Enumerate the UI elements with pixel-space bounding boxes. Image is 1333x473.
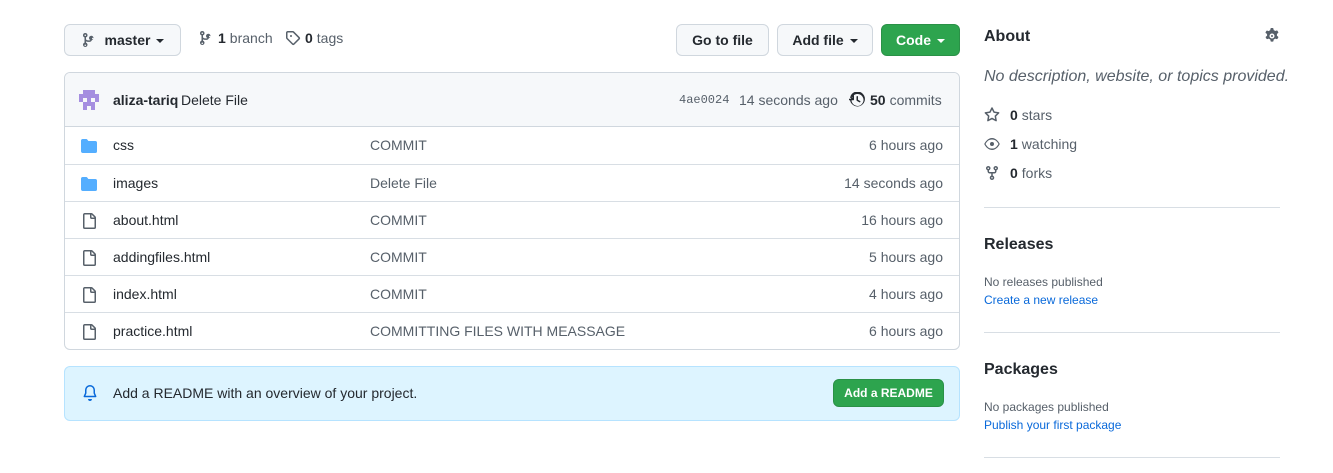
- sidebar-divider: [984, 332, 1280, 333]
- tags-link[interactable]: 0 tags: [285, 30, 343, 46]
- commits-link[interactable]: 50 commits: [849, 92, 942, 108]
- chevron-down-icon: [937, 39, 945, 43]
- file-commit-message[interactable]: COMMITTING FILES WITH MEASSAGE: [370, 323, 625, 339]
- latest-commit-bar: aliza-tariq Delete File 4ae0024 14 secon…: [65, 73, 959, 127]
- sidebar-divider: [984, 457, 1280, 458]
- forks-link[interactable]: 0 forks: [984, 165, 1052, 181]
- file-commit-message[interactable]: Delete File: [370, 175, 437, 191]
- about-description: No description, website, or topics provi…: [984, 68, 1290, 85]
- file-age: 6 hours ago: [869, 323, 943, 339]
- file-age: 4 hours ago: [869, 286, 943, 302]
- stars-label: stars: [1021, 107, 1053, 123]
- forks-count: 0: [1010, 165, 1018, 181]
- file-commit-message[interactable]: COMMIT: [370, 137, 427, 153]
- code-button[interactable]: Code: [881, 24, 960, 56]
- file-name[interactable]: css: [113, 137, 134, 153]
- file-row-addingfiles[interactable]: addingfiles.html COMMIT 5 hours ago: [65, 238, 959, 275]
- code-label: Code: [896, 32, 931, 48]
- file-icon: [83, 250, 96, 266]
- watching-link[interactable]: 1 watching: [984, 136, 1077, 152]
- file-age: 16 hours ago: [861, 212, 943, 228]
- commits-count: 50: [870, 92, 886, 108]
- commit-time: 14 seconds ago: [739, 92, 838, 108]
- file-name[interactable]: addingfiles.html: [113, 249, 210, 265]
- file-row-index[interactable]: index.html COMMIT 4 hours ago: [65, 275, 959, 312]
- eye-icon: [984, 138, 1000, 150]
- add-file-button[interactable]: Add file: [777, 24, 873, 56]
- file-name[interactable]: images: [113, 175, 158, 191]
- file-name[interactable]: about.html: [113, 212, 178, 228]
- git-branch-icon: [200, 31, 211, 46]
- create-release-link[interactable]: Create a new release: [984, 293, 1098, 307]
- branches-link[interactable]: 1 branch: [198, 30, 273, 46]
- readme-banner: Add a README with an overview of your pr…: [64, 366, 960, 421]
- releases-empty-text: No releases published: [984, 275, 1103, 289]
- file-icon: [83, 324, 96, 340]
- commit-author[interactable]: aliza-tariq: [113, 92, 178, 108]
- file-age: 6 hours ago: [869, 137, 943, 153]
- git-branch-icon: [82, 33, 94, 48]
- file-icon: [83, 287, 96, 303]
- avatar[interactable]: [79, 90, 99, 110]
- file-age: 5 hours ago: [869, 249, 943, 265]
- go-to-file-button[interactable]: Go to file: [676, 24, 769, 56]
- packages-heading[interactable]: Packages: [984, 361, 1058, 379]
- add-readme-label: Add a README: [844, 386, 933, 400]
- branches-label: branch: [229, 30, 273, 46]
- file-row-about[interactable]: about.html COMMIT 16 hours ago: [65, 201, 959, 238]
- chevron-down-icon: [156, 39, 165, 43]
- sidebar-divider: [984, 207, 1280, 208]
- file-name[interactable]: index.html: [113, 286, 177, 302]
- commit-sha[interactable]: 4ae0024: [679, 93, 729, 107]
- folder-icon: [81, 139, 97, 153]
- stars-link[interactable]: 0 stars: [984, 107, 1052, 123]
- chevron-down-icon: [849, 39, 858, 43]
- tags-count: 0: [305, 30, 313, 46]
- file-commit-message[interactable]: COMMIT: [370, 286, 427, 302]
- about-heading: About: [984, 28, 1031, 45]
- file-browser: aliza-tariq Delete File 4ae0024 14 secon…: [64, 72, 960, 350]
- file-commit-message[interactable]: COMMIT: [370, 249, 427, 265]
- branch-select-button[interactable]: master: [64, 24, 181, 56]
- file-row-images[interactable]: images Delete File 14 seconds ago: [65, 164, 959, 201]
- watching-count: 1: [1010, 136, 1018, 152]
- star-icon: [984, 107, 1000, 122]
- gear-icon[interactable]: [1264, 28, 1280, 44]
- commits-label: commits: [889, 92, 942, 108]
- add-readme-button[interactable]: Add a README: [833, 379, 944, 407]
- file-row-practice[interactable]: practice.html COMMITTING FILES WITH MEAS…: [65, 312, 959, 349]
- file-row-css[interactable]: css COMMIT 6 hours ago: [65, 127, 959, 164]
- readme-banner-text: Add a README with an overview of your pr…: [113, 385, 418, 401]
- file-name[interactable]: practice.html: [113, 323, 192, 339]
- publish-package-link[interactable]: Publish your first package: [984, 418, 1121, 432]
- file-commit-message[interactable]: COMMIT: [370, 212, 427, 228]
- add-file-label: Add file: [792, 32, 844, 48]
- packages-empty-text: No packages published: [984, 400, 1109, 414]
- branches-count: 1: [218, 30, 226, 46]
- history-icon: [849, 92, 865, 107]
- tags-label: tags: [316, 30, 344, 46]
- commit-message[interactable]: Delete File: [181, 92, 248, 108]
- tag-icon: [286, 31, 301, 46]
- watching-label: watching: [1021, 136, 1078, 152]
- folder-icon: [81, 177, 97, 191]
- releases-heading[interactable]: Releases: [984, 236, 1053, 254]
- fork-icon: [986, 165, 998, 181]
- go-to-file-label: Go to file: [692, 32, 753, 48]
- file-list: css COMMIT 6 hours ago images Delete Fil…: [65, 127, 959, 349]
- stars-count: 0: [1010, 107, 1018, 123]
- bell-icon: [83, 385, 97, 401]
- file-icon: [83, 213, 96, 229]
- branch-name: master: [104, 32, 151, 48]
- file-age: 14 seconds ago: [844, 175, 943, 191]
- forks-label: forks: [1021, 165, 1053, 181]
